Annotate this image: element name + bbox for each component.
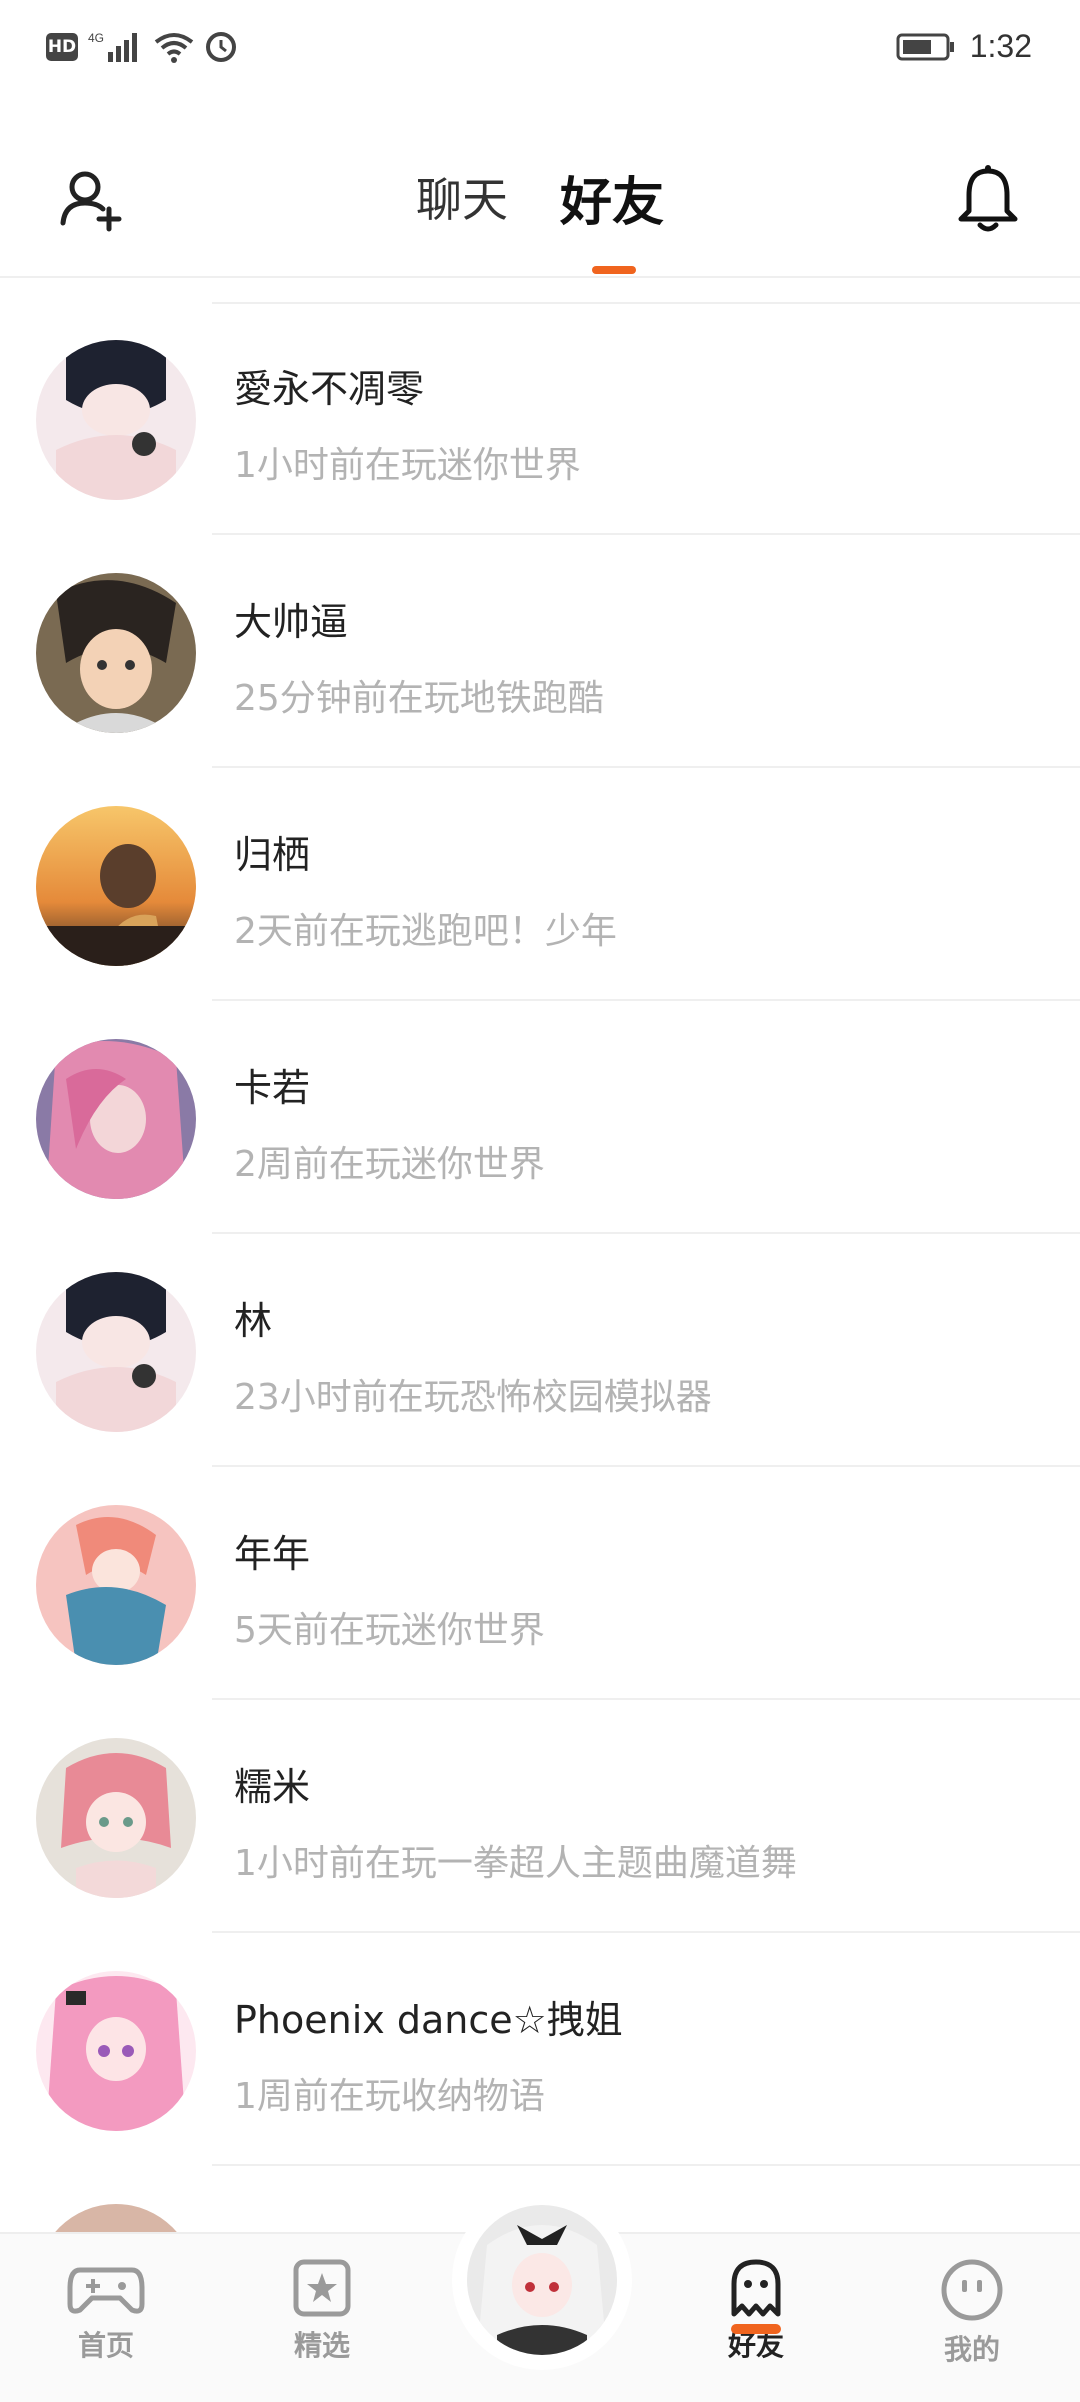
friend-status: 1小时前在玩迷你世界 xyxy=(234,445,581,486)
friend-row[interactable]: 大帅逼 25分钟前在玩地铁跑酷 xyxy=(0,535,1080,768)
avatar[interactable] xyxy=(36,1971,196,2131)
friend-status: 2周前在玩迷你世界 xyxy=(234,1144,545,1185)
avatar[interactable] xyxy=(36,573,196,733)
signal-icon: 4G xyxy=(88,31,137,62)
nav-featured[interactable]: 精选 xyxy=(262,2258,382,2364)
friend-name: 糯米 xyxy=(234,1765,311,1809)
star-icon xyxy=(293,2259,351,2317)
nav-home[interactable]: 首页 xyxy=(46,2258,166,2364)
friend-row[interactable]: 卡若 2周前在玩迷你世界 xyxy=(0,1001,1080,1234)
nav-label: 精选 xyxy=(293,2329,350,2362)
active-nav-indicator xyxy=(731,2324,781,2334)
friend-row[interactable]: 年年 5天前在玩迷你世界 xyxy=(0,1467,1080,1700)
tab-chat[interactable]: 聊天 xyxy=(416,164,508,230)
friend-name: 年年 xyxy=(234,1532,311,1576)
friend-list: 愛永不凋零 1小时前在玩迷你世界 大帅逼 25分钟前在玩地铁跑酷 归栖 2天前在… xyxy=(0,302,1080,2399)
friend-status: 23小时前在玩恐怖校园模拟器 xyxy=(234,1377,712,1418)
friend-row[interactable]: 愛永不凋零 1小时前在玩迷你世界 xyxy=(0,302,1080,535)
svg-text:4G: 4G xyxy=(88,31,104,45)
friend-name: 卡若 xyxy=(234,1066,311,1110)
friend-row[interactable]: Phoenix dance☆拽姐 1周前在玩收纳物语 xyxy=(0,1933,1080,2166)
avatar[interactable] xyxy=(36,1738,196,1898)
status-right: 1:32 xyxy=(896,28,1032,65)
friend-row[interactable]: 林 23小时前在玩恐怖校园模拟器 xyxy=(0,1234,1080,1467)
status-left: HD 4G xyxy=(46,30,238,64)
friend-row[interactable]: 归栖 2天前在玩逃跑吧！少年 xyxy=(0,768,1080,1001)
friend-name: Phoenix dance☆拽姐 xyxy=(234,1998,623,2042)
friend-status: 1周前在玩收纳物语 xyxy=(234,2076,545,2117)
top-header: 聊天 好友 xyxy=(0,100,1080,278)
active-tab-indicator xyxy=(592,266,636,274)
profile-avatar xyxy=(467,2205,617,2355)
friend-name: 归栖 xyxy=(234,833,311,877)
clock: 1:32 xyxy=(969,28,1032,64)
alarm-icon xyxy=(206,32,236,62)
friend-name: 愛永不凋零 xyxy=(234,367,425,411)
avatar[interactable] xyxy=(36,806,196,966)
nav-label: 首页 xyxy=(77,2329,134,2362)
add-user-icon xyxy=(60,171,122,232)
center-profile-button[interactable] xyxy=(462,2200,622,2360)
notifications-button[interactable] xyxy=(948,160,1028,240)
bell-icon xyxy=(958,165,1018,232)
avatar[interactable] xyxy=(36,1505,196,1665)
ghost-icon xyxy=(731,2259,781,2317)
battery-icon xyxy=(896,33,954,60)
nav-friends[interactable]: 好友 xyxy=(696,2258,816,2364)
hd-badge: HD xyxy=(46,33,78,61)
avatar[interactable] xyxy=(36,1272,196,1432)
friend-row[interactable]: 糯米 1小时前在玩一拳超人主题曲魔道舞 xyxy=(0,1700,1080,1933)
friend-status: 1小时前在玩一拳超人主题曲魔道舞 xyxy=(234,1843,797,1884)
face-icon xyxy=(941,2259,1003,2321)
nav-me[interactable]: 我的 xyxy=(912,2258,1032,2368)
avatar[interactable] xyxy=(36,340,196,500)
gamepad-icon xyxy=(67,2267,145,2314)
avatar[interactable] xyxy=(36,1039,196,1199)
nav-label: 我的 xyxy=(943,2333,1000,2366)
wifi-icon xyxy=(154,33,194,63)
add-friend-button[interactable] xyxy=(52,160,132,240)
tab-friends[interactable]: 好友 xyxy=(560,160,664,235)
friend-name: 大帅逼 xyxy=(234,600,349,644)
friend-status: 25分钟前在玩地铁跑酷 xyxy=(234,678,604,719)
friend-status: 5天前在玩迷你世界 xyxy=(234,1610,545,1651)
friend-status: 2天前在玩逃跑吧！少年 xyxy=(234,911,617,952)
friend-name: 林 xyxy=(234,1299,273,1343)
status-bar: HD 4G 1:32 xyxy=(0,0,1080,100)
